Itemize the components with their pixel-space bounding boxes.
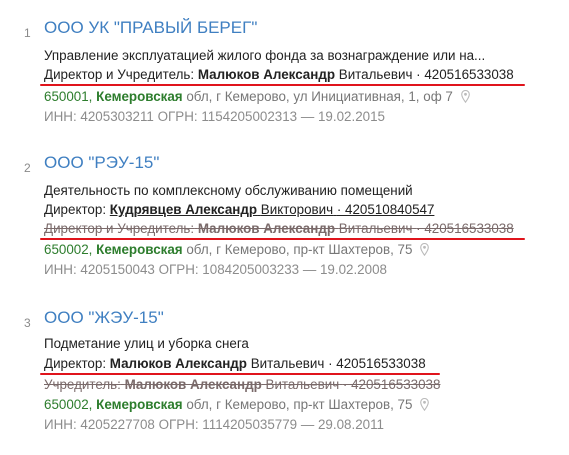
former-person-line[interactable]: Директор и Учредитель: Малюков Александр…	[44, 221, 514, 236]
highlight-underline	[40, 238, 525, 240]
person-line[interactable]: Директор: Кудрявцев Александр Викторович…	[44, 202, 434, 217]
highlight-underline	[40, 373, 440, 375]
result-index: 3	[24, 316, 31, 330]
person-patronymic: Витальевич	[338, 67, 413, 82]
company-name-link[interactable]: ООО "ЖЭУ-15"	[44, 308, 164, 328]
company-name-link[interactable]: ООО "РЭУ-15"	[44, 153, 159, 173]
company-activity: Управление эксплуатацией жилого фонда за…	[44, 48, 486, 63]
person-patronymic: Викторович	[260, 202, 334, 217]
person-name: Малюков Александр	[197, 67, 336, 82]
person-inn: · 420516533038	[328, 356, 426, 371]
person-patronymic: Витальевич	[250, 356, 325, 371]
result-index: 1	[24, 26, 31, 40]
person-line[interactable]: Директор: Малюков Александр Витальевич ·…	[44, 356, 426, 371]
person-inn: · 420516533038	[416, 67, 514, 82]
highlight-underline	[40, 84, 525, 86]
company-registration: ИНН: 4205227708 ОГРН: 1114205035779 — 29…	[44, 417, 384, 432]
company-address: 650002, Кемеровская обл, г Кемерово, пр-…	[44, 242, 430, 257]
person-role: Директор и Учредитель:	[44, 67, 195, 82]
result-index: 2	[24, 161, 31, 175]
former-person-line[interactable]: Учредитель: Малюков Александр Витальевич…	[44, 377, 440, 392]
company-activity: Подметание улиц и уборка снега	[44, 336, 249, 351]
company-address: 650002, Кемеровская обл, г Кемерово, пр-…	[44, 397, 430, 412]
map-pin-icon[interactable]	[420, 243, 430, 256]
company-activity: Деятельность по комплексному обслуживани…	[44, 183, 413, 198]
company-name-link[interactable]: ООО УК "ПРАВЫЙ БЕРЕГ"	[44, 18, 257, 38]
person-role: Директор:	[44, 202, 107, 217]
person-name: Кудрявцев Александр	[109, 202, 258, 217]
map-pin-icon[interactable]	[460, 90, 470, 103]
company-registration: ИНН: 4205150043 ОГРН: 1084205003233 — 19…	[44, 262, 387, 277]
map-pin-icon[interactable]	[420, 398, 430, 411]
person-inn: · 420510840547	[336, 202, 435, 217]
company-address: 650001, Кемеровская обл, г Кемерово, ул …	[44, 89, 470, 104]
person-role: Директор:	[44, 356, 107, 371]
company-registration: ИНН: 4205303211 ОГРН: 1154205002313 — 19…	[44, 109, 385, 124]
person-line[interactable]: Директор и Учредитель: Малюков Александр…	[44, 67, 514, 82]
person-name: Малюков Александр	[109, 356, 247, 371]
